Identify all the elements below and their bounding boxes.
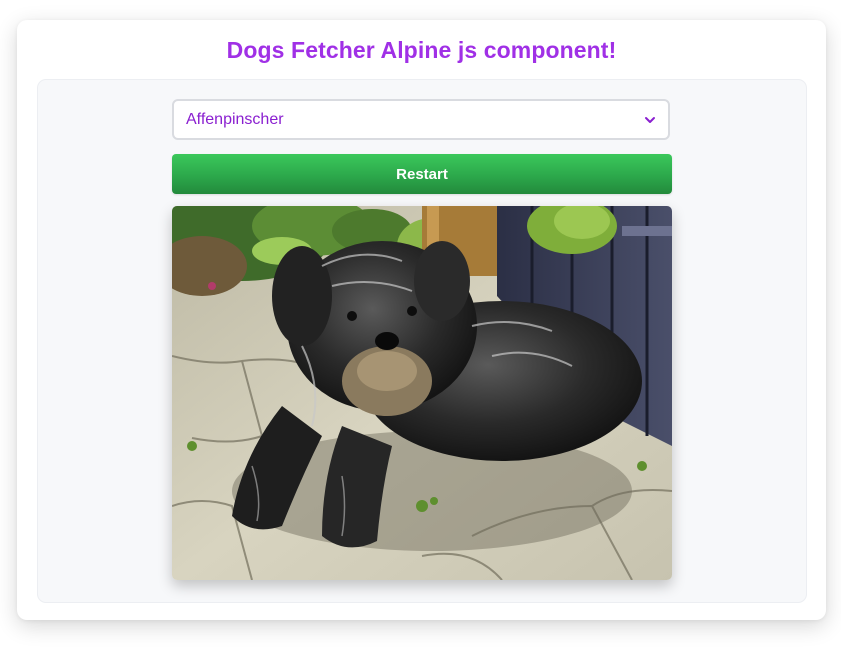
restart-button[interactable]: Restart [172,154,672,194]
breed-select[interactable]: Affenpinscher [172,99,670,140]
page-title: Dogs Fetcher Alpine js component! [226,37,617,63]
dog-image [172,206,672,580]
content-panel: Affenpinscher Restart [37,79,807,603]
chevron-down-icon [644,114,656,126]
dog-photo-illustration [172,206,672,580]
dog-fetcher-card: Dogs Fetcher Alpine js component! Affenp… [17,20,826,620]
breed-select-value: Affenpinscher [186,110,284,128]
